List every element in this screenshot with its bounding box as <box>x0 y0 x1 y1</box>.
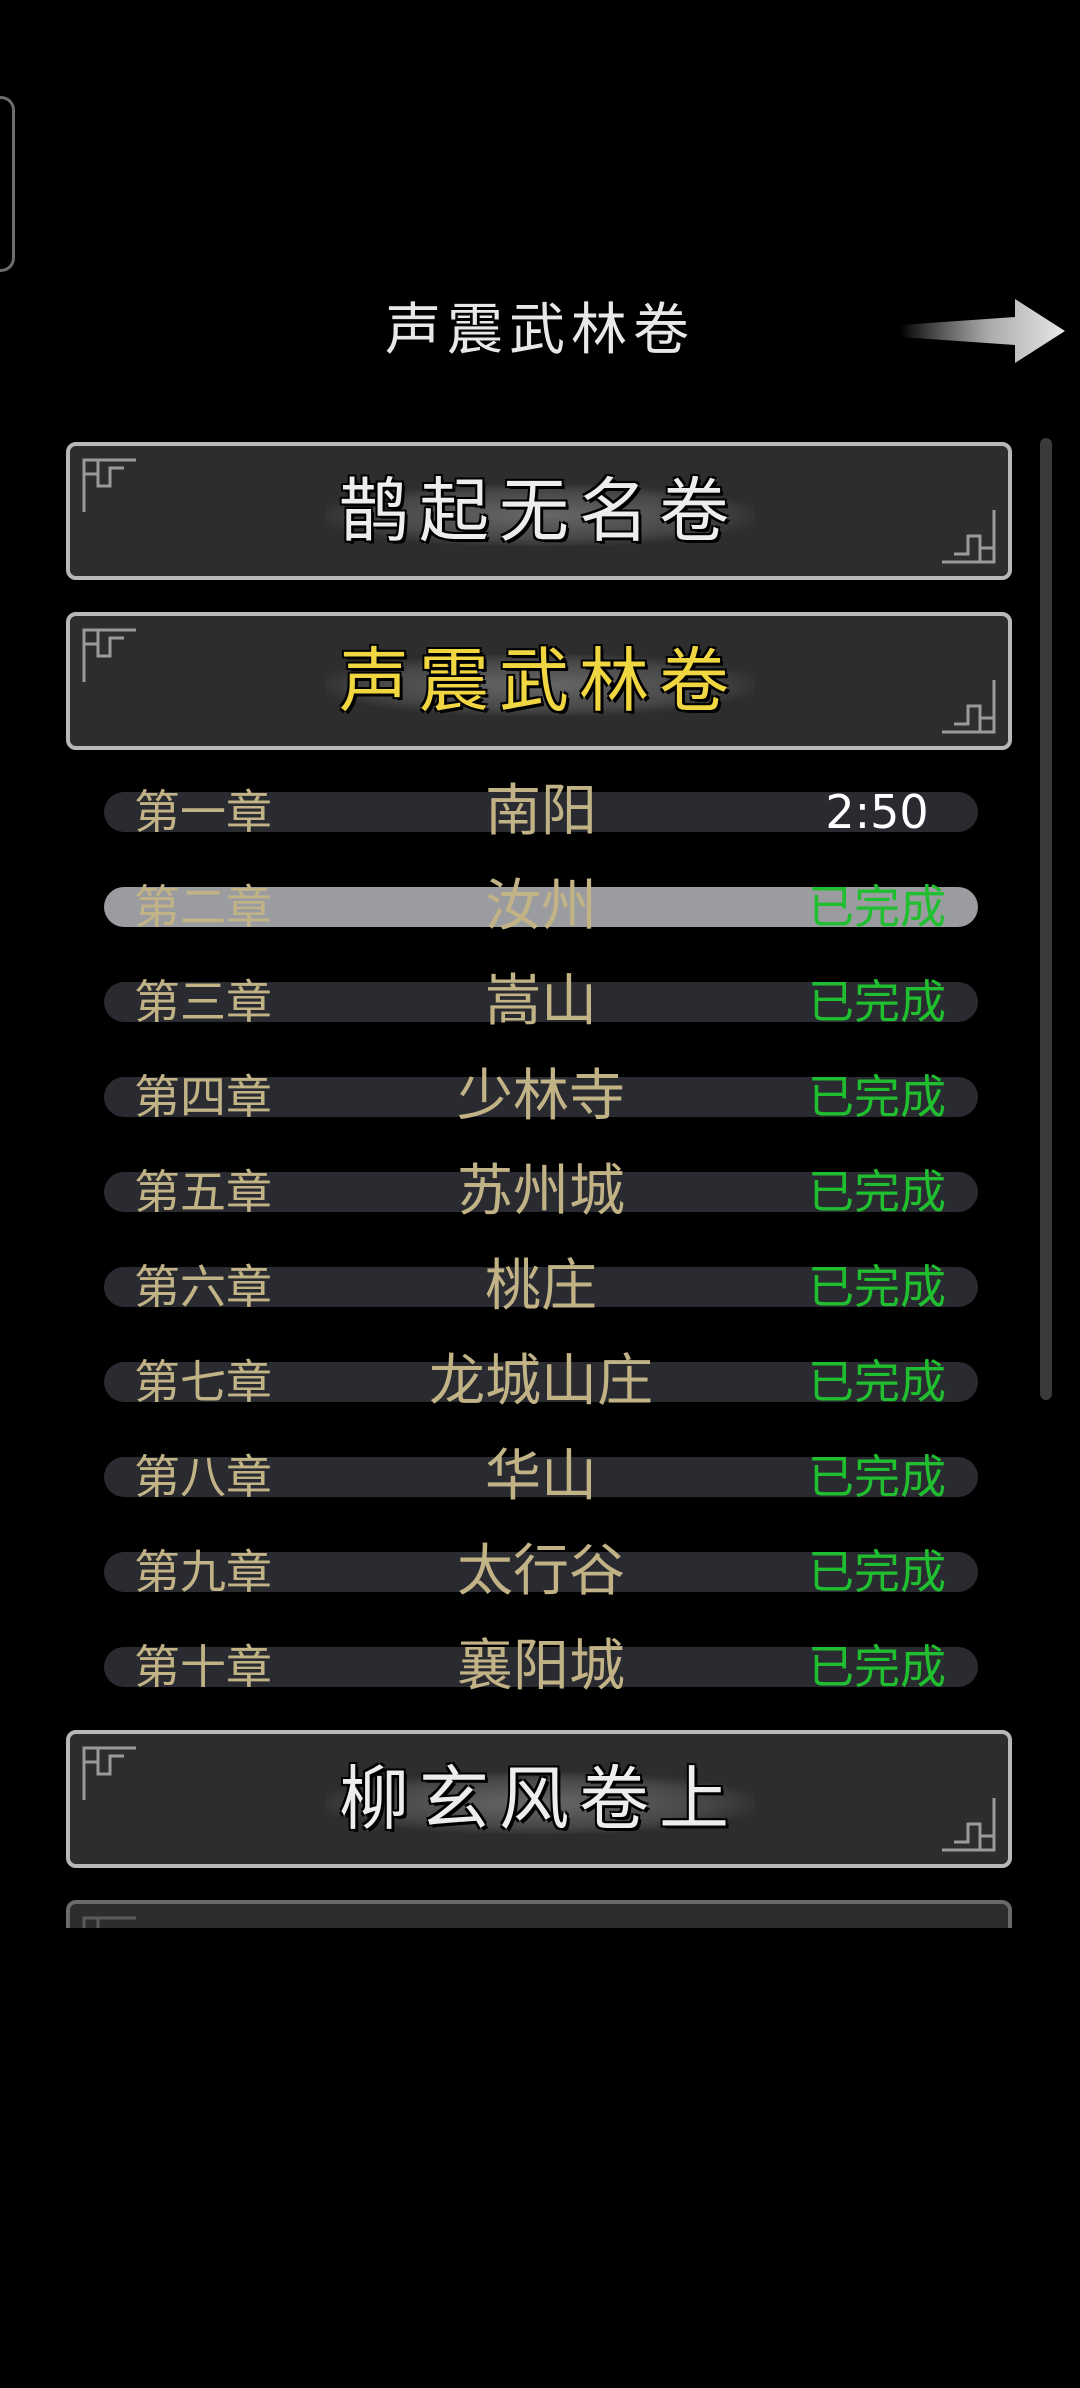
chapter-status: 已完成 <box>808 1355 946 1409</box>
chapter-status: 已完成 <box>808 880 946 934</box>
volume-title: 鹊起无名卷 <box>339 470 739 552</box>
volume-title: 声震武林卷 <box>339 640 739 722</box>
chapter-timer: 2:50 <box>825 785 929 839</box>
volume-list: 鹊起无名卷 声震武林卷 第一章 南阳 2:50 第二章 汝州 已完成 第三章 嵩… <box>0 430 1080 1928</box>
volume-4-partial[interactable] <box>66 1900 1012 1928</box>
chapter-row-1[interactable]: 第一章 南阳 2:50 <box>104 779 978 844</box>
chapter-row-7[interactable]: 第七章 龙城山庄 已完成 <box>104 1349 978 1414</box>
side-tab-handle[interactable] <box>0 96 15 272</box>
chapter-row-9[interactable]: 第九章 太行谷 已完成 <box>104 1539 978 1604</box>
chapter-row-3[interactable]: 第三章 嵩山 已完成 <box>104 969 978 1034</box>
chapter-status: 已完成 <box>808 1640 946 1694</box>
chapter-status: 已完成 <box>808 1070 946 1124</box>
chapter-status: 已完成 <box>808 1260 946 1314</box>
chapter-row-10[interactable]: 第十章 襄阳城 已完成 <box>104 1634 978 1699</box>
volume-3[interactable]: 柳玄风卷上 <box>66 1730 1012 1868</box>
volume-title: 柳玄风卷上 <box>339 1758 739 1840</box>
chapter-row-6[interactable]: 第六章 桃庄 已完成 <box>104 1254 978 1319</box>
chapter-status: 已完成 <box>808 1165 946 1219</box>
chapter-row-2[interactable]: 第二章 汝州 已完成 <box>104 874 978 939</box>
volume-1[interactable]: 鹊起无名卷 <box>66 442 1012 580</box>
chapter-row-5[interactable]: 第五章 苏州城 已完成 <box>104 1159 978 1224</box>
arrow-right-icon[interactable] <box>900 295 1070 367</box>
chapter-row-4[interactable]: 第四章 少林寺 已完成 <box>104 1064 978 1129</box>
volume-2[interactable]: 声震武林卷 <box>66 612 1012 750</box>
chapter-status: 已完成 <box>808 1450 946 1504</box>
chapter-row-8[interactable]: 第八章 华山 已完成 <box>104 1444 978 1509</box>
corner-ornament-icon <box>82 1916 136 1928</box>
chapter-status: 已完成 <box>808 1545 946 1599</box>
chapter-status: 已完成 <box>808 975 946 1029</box>
